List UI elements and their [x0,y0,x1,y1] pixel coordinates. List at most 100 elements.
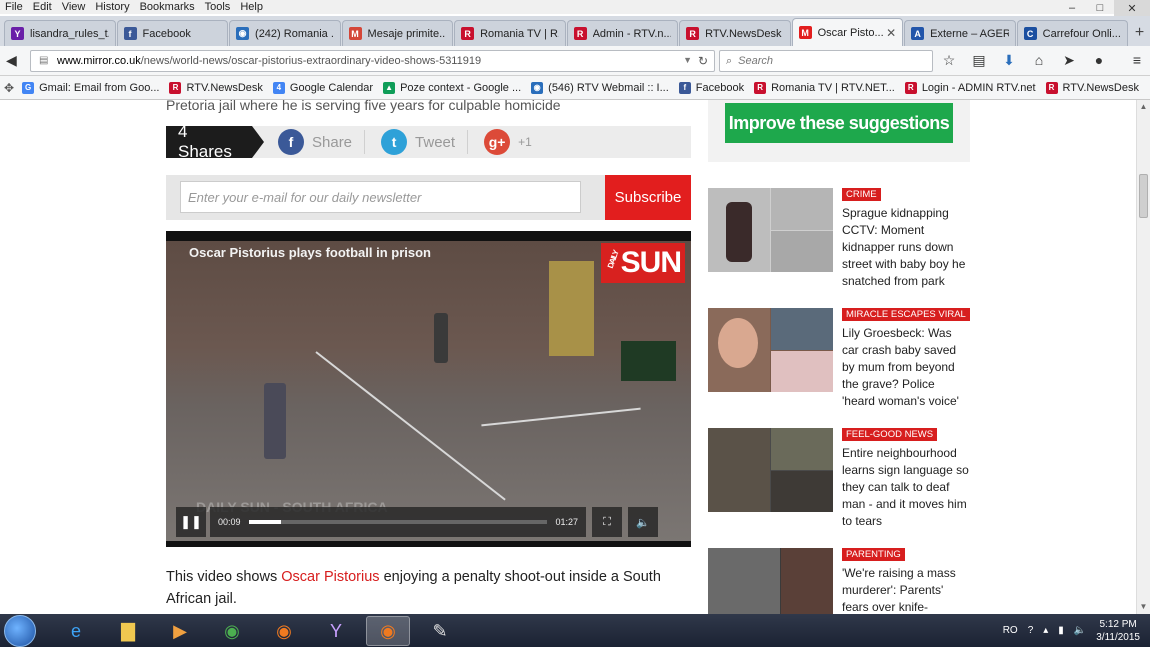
browser-tab[interactable]: C Carrefour Onli... [1016,20,1129,46]
media-player-icon[interactable]: ▶ [158,616,202,646]
video-player[interactable]: Oscar Pistorius plays football in prison… [166,231,691,547]
maximize-button[interactable]: □ [1086,0,1114,16]
googleplus-share-button[interactable]: g+ +1 [484,129,532,155]
pause-button[interactable]: ❚❚ [176,507,206,537]
browser-tab[interactable]: R RTV.NewsDesk [679,20,791,46]
browser-tab[interactable]: R Admin - RTV.n... [566,20,679,46]
chrome-icon[interactable]: ◉ [210,616,254,646]
volume-icon: 🔈 [636,516,650,529]
video-timeline[interactable]: 00:09 01:27 [210,507,586,537]
facebook-share-button[interactable]: f Share [278,129,352,155]
article-headline[interactable]: Lily Groesbeck: Was car crash baby saved… [842,325,970,410]
bookmark-item[interactable]: f Facebook [678,81,744,94]
reload-icon[interactable]: ↻ [698,54,708,68]
bookmark-item[interactable]: ◉ (546) RTV Webmail :: I... [531,81,669,94]
clock[interactable]: 5:12 PM 3/11/2015 [1096,618,1140,644]
video-court-line [315,351,506,501]
browser-tab[interactable]: ◉ (242) Romania ... [229,20,341,46]
browser-tab[interactable]: M Oscar Pisto... ✕ [791,18,904,46]
browser-tab[interactable]: f Facebook [116,20,229,46]
fullscreen-icon: ⛶ [603,515,611,528]
firefox-icon[interactable]: ◉ [262,616,306,646]
send-icon[interactable]: ➤ [1060,52,1078,69]
page-scrollbar[interactable]: ▲ ▼ [1136,100,1150,614]
bookmark-label: RTV.NewsDesk [1062,81,1139,94]
chat-icon[interactable]: ● [1090,52,1108,69]
browser-tab[interactable]: Ylisandra_rules_t... [4,20,116,46]
back-arrow-icon[interactable]: ◀ [6,52,17,69]
bookmark-favicon-icon: 4 [272,81,285,94]
menu-history[interactable]: History [90,0,134,14]
minimize-button[interactable]: – [1058,0,1086,16]
subscribe-button[interactable]: Subscribe [605,175,691,220]
language-indicator[interactable]: RO [1003,625,1018,636]
new-tab-button[interactable]: + [1129,20,1150,46]
bookmark-item[interactable]: G Gmail: Email from Goo... [22,81,159,94]
logo-small-text: DAILY [605,249,621,270]
move-icon: ✥ [4,80,15,95]
video-controls: ❚❚ 00:09 01:27 ⛶ 🔈 [176,507,684,537]
menu-tools[interactable]: Tools [200,0,236,14]
bookmark-item[interactable]: 4 Google Calendar [272,81,373,94]
article-headline[interactable]: Sprague kidnapping CCTV: Moment kidnappe… [842,205,970,290]
paint-icon[interactable]: ✎ [418,616,462,646]
tab-label: Mesaje primite... [367,27,447,40]
browser-tab[interactable]: R Romania TV | R... [454,20,566,46]
tray-expand-icon[interactable]: ▴ [1043,625,1048,636]
menu-view[interactable]: View [57,0,91,14]
volume-button[interactable]: 🔈 [628,507,658,537]
toolbar-icons: ☆ ▤ ⬇ ⌂ ➤ ● ≡ [940,52,1146,69]
menu-edit[interactable]: Edit [28,0,57,14]
article-thumbnail [708,188,833,272]
article-headline[interactable]: 'We're raising a mass murderer': Parents… [842,565,970,614]
scrollbar-thumb[interactable] [1139,174,1148,218]
facebook-icon: f [278,129,304,155]
home-icon[interactable]: ⌂ [1030,52,1048,69]
article-headline[interactable]: Entire neighbourhood learns sign languag… [842,445,970,530]
scroll-up-icon[interactable]: ▲ [1137,100,1150,114]
menu-file[interactable]: File [0,0,28,14]
category-tag: Crime [842,188,881,201]
menu-icon[interactable]: ≡ [1128,52,1146,69]
firefox-active-icon[interactable]: ◉ [366,616,410,646]
facebook-share-label: Share [312,133,353,151]
bookmark-favicon-icon: f [678,81,691,94]
network-icon[interactable]: ▮ [1058,625,1064,636]
file-explorer-icon[interactable]: ▇ [106,616,150,646]
bookmark-item[interactable]: ▲ Poze context - Google ... [383,81,521,94]
bookmark-item[interactable]: R RTV.NewsDesk [169,81,263,94]
newsletter-email-input[interactable]: Enter your e-mail for our daily newslett… [180,181,581,213]
menu-help[interactable]: Help [235,0,268,14]
bookmark-item[interactable]: R Romania TV | RTV.NET... [754,81,895,94]
oscar-pistorius-link[interactable]: Oscar Pistorius [281,569,379,585]
tab-label: Romania TV | R... [480,27,559,40]
fullscreen-button[interactable]: ⛶ [592,507,622,537]
yahoo-messenger-icon[interactable]: Y [314,616,358,646]
close-window-button[interactable]: ✕ [1114,0,1150,16]
bookmark-item[interactable]: R RTV.NewsDesk [1045,81,1139,94]
search-input[interactable]: ⌕ Search [719,50,933,72]
progress-bar[interactable] [248,520,548,524]
internet-explorer-icon[interactable]: e [54,616,98,646]
bookmark-label: (546) RTV Webmail :: I... [548,81,669,94]
reading-list-icon[interactable]: ▤ [970,52,988,69]
twitter-share-button[interactable]: t Tweet [381,129,455,155]
improve-suggestions-button[interactable]: Improve these suggestions [725,103,953,143]
bookmark-star-icon[interactable]: ☆ [940,52,958,69]
bookmark-label: Romania TV | RTV.NET... [771,81,895,94]
tab-favicon-icon: C [1023,27,1037,40]
bookmark-item[interactable]: R Login - ADMIN RTV.net [904,81,1036,94]
scroll-down-icon[interactable]: ▼ [1137,600,1150,614]
menu-bookmarks[interactable]: Bookmarks [135,0,200,14]
help-icon[interactable]: ? [1028,625,1034,636]
tab-favicon-icon: M [348,27,362,40]
browser-tab[interactable]: A Externe – AGER... [904,20,1016,46]
browser-tab[interactable]: M Mesaje primite... [341,20,454,46]
download-icon[interactable]: ⬇ [1000,52,1018,69]
dropdown-icon[interactable]: ▼ [683,55,692,65]
address-bar[interactable]: ▤ www.mirror.co.uk/news/world-news/oscar… [30,50,715,72]
tab-close-icon[interactable]: ✕ [883,26,896,40]
start-button[interactable] [4,615,36,647]
volume-tray-icon[interactable]: 🔈 [1074,625,1086,636]
tab-favicon-icon: M [798,26,812,39]
